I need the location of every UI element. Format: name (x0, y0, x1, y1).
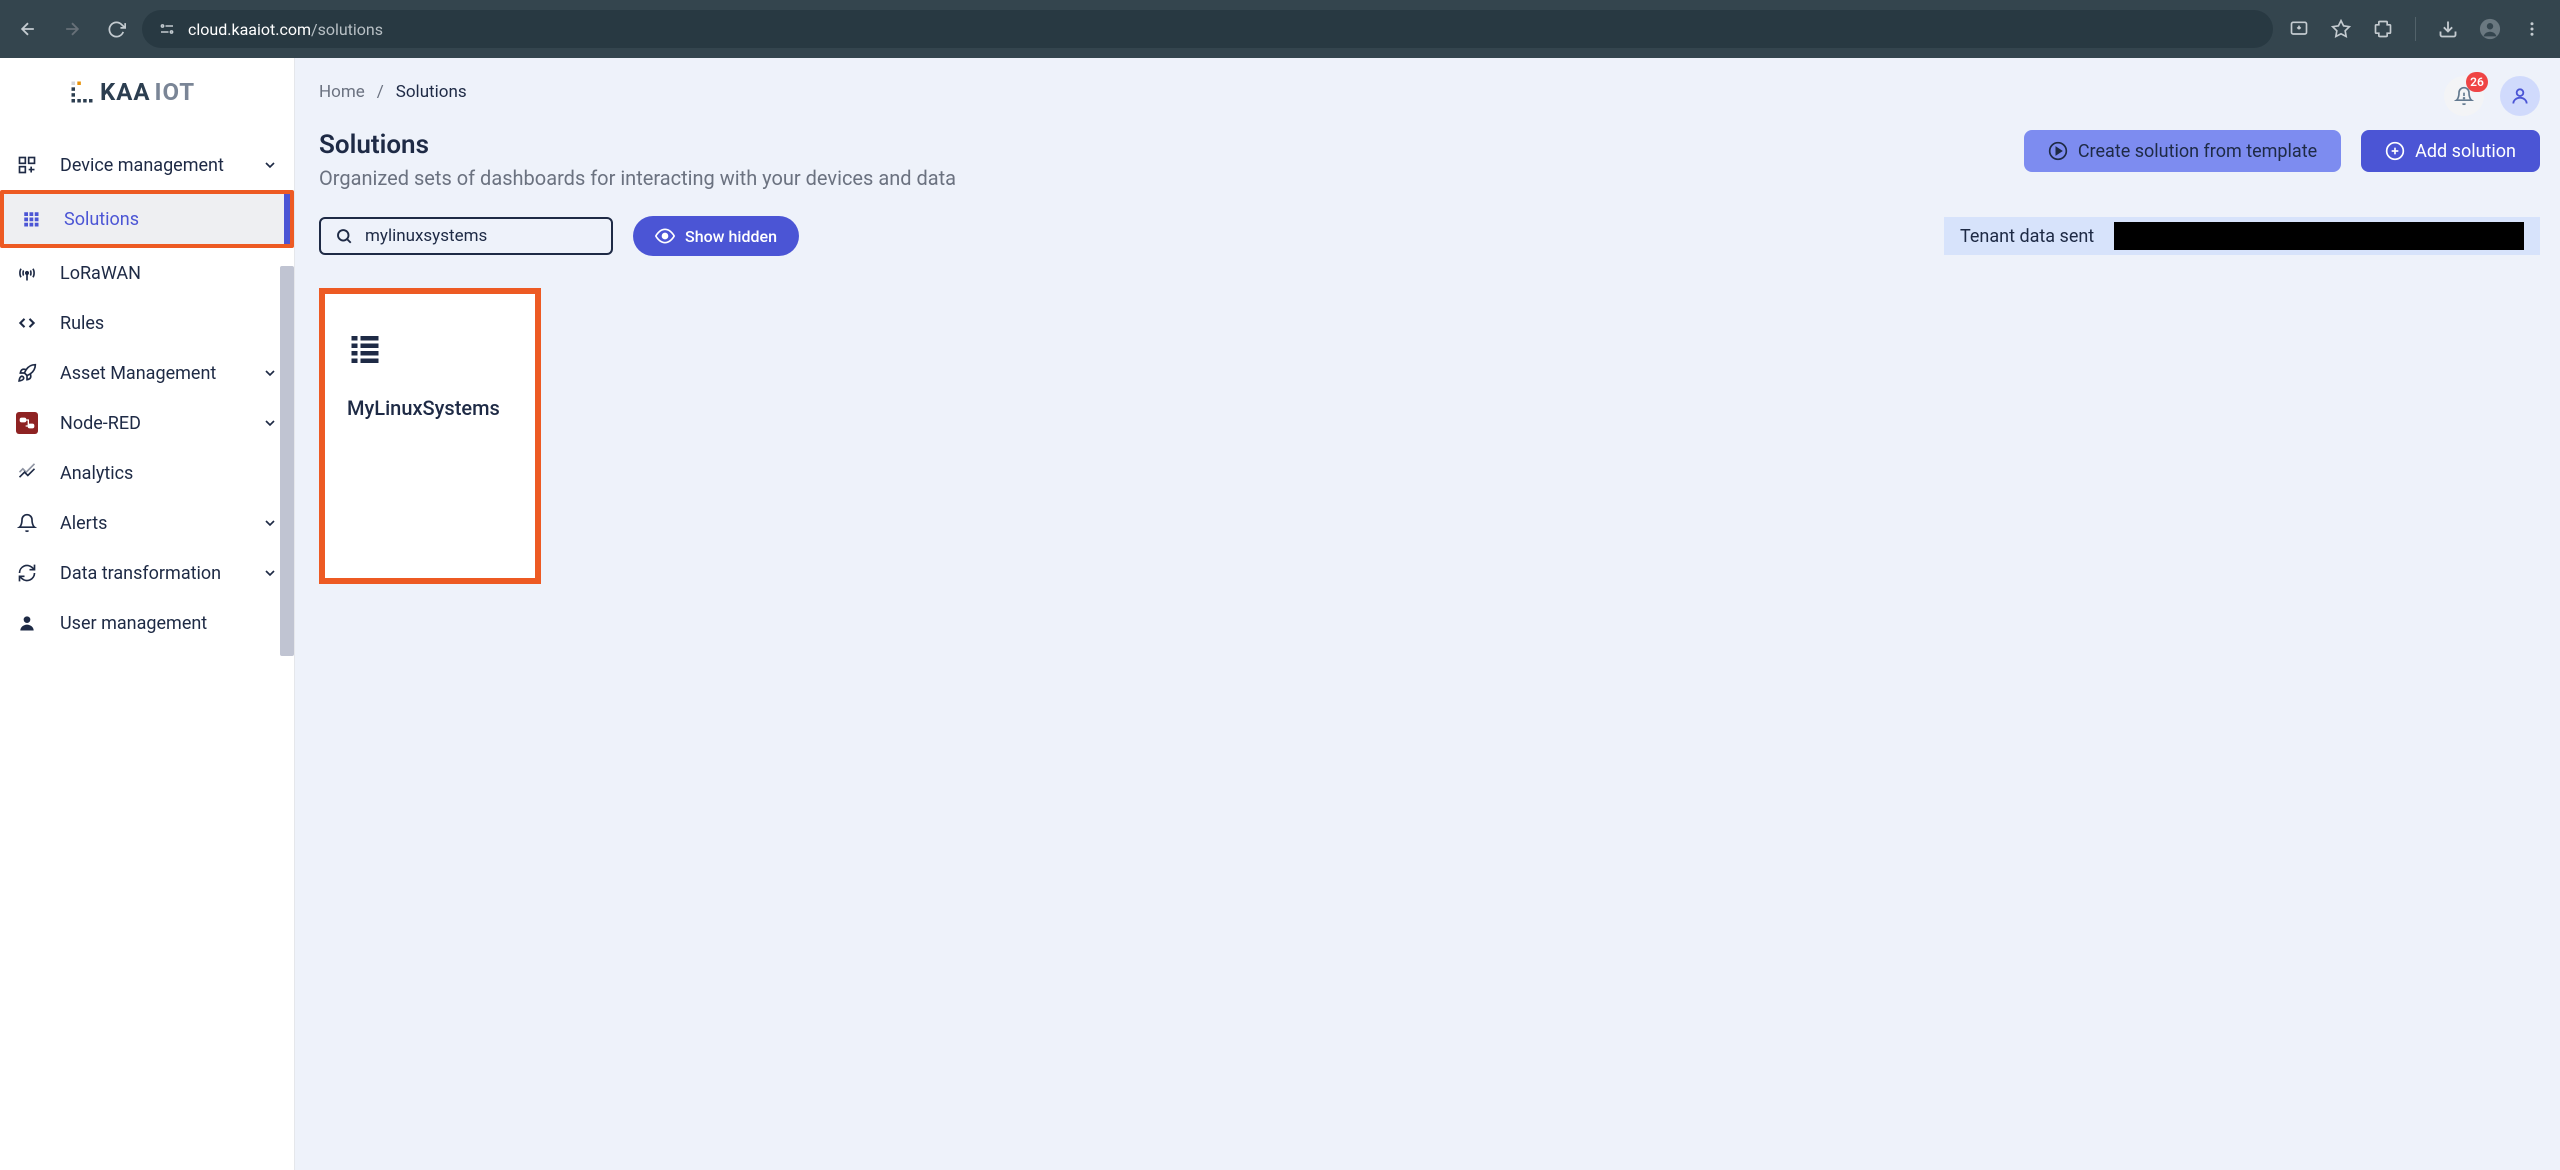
nav-label: Data transformation (60, 563, 221, 584)
button-label: Add solution (2415, 141, 2516, 162)
install-app-icon[interactable] (2281, 11, 2317, 47)
notification-badge: 26 (2466, 72, 2488, 92)
add-solution-button[interactable]: Add solution (2361, 130, 2540, 172)
breadcrumb-home[interactable]: Home (319, 82, 365, 102)
chevron-down-icon (262, 515, 278, 531)
card-title: MyLinuxSystems (347, 396, 523, 420)
nav-label: Alerts (60, 513, 107, 534)
notifications-button[interactable]: 26 (2444, 76, 2484, 116)
nav-label: LoRaWAN (60, 263, 141, 284)
code-icon (16, 312, 38, 334)
divider (2415, 17, 2416, 41)
download-icon[interactable] (2430, 11, 2466, 47)
sidebar: KaaIOT Device management Solution (0, 58, 295, 1170)
button-label: Show hidden (685, 227, 777, 246)
nodered-icon (16, 412, 38, 434)
chevron-down-icon (262, 365, 278, 381)
page-title: Solutions (319, 130, 956, 160)
tenant-data-bar (2114, 222, 2524, 250)
logo-icon (68, 78, 96, 106)
show-hidden-button[interactable]: Show hidden (633, 216, 799, 256)
browser-chrome: cloud.kaaiot.com/solutions (0, 0, 2560, 58)
breadcrumb-current: Solutions (396, 82, 467, 102)
site-settings-icon[interactable] (158, 20, 176, 38)
nav-data-transformation[interactable]: Data transformation (0, 548, 294, 598)
nav-label: Asset Management (60, 363, 216, 384)
nav-nodered[interactable]: Node-RED (0, 398, 294, 448)
plus-circle-icon (2385, 141, 2405, 161)
tenant-label: Tenant data sent (1960, 226, 2094, 247)
main-content: 26 Home / Solutions Solutions Organized … (295, 58, 2560, 1170)
nav-rules[interactable]: Rules (0, 298, 294, 348)
page-subtitle: Organized sets of dashboards for interac… (319, 166, 956, 190)
extensions-icon[interactable] (2365, 11, 2401, 47)
nav-device-management[interactable]: Device management (0, 140, 294, 190)
nav: Device management Solutions LoRaWAN (0, 138, 294, 1170)
logo-brand-a: Kaa (100, 78, 151, 106)
search-input[interactable] (365, 226, 597, 246)
user-icon (16, 612, 38, 634)
apps-icon (20, 208, 42, 230)
list-icon (347, 330, 523, 366)
nav-analytics[interactable]: Analytics (0, 448, 294, 498)
search-icon (335, 227, 353, 245)
antenna-icon (16, 262, 38, 284)
chevron-down-icon (262, 415, 278, 431)
solutions-cards: MyLinuxSystems (319, 288, 2540, 584)
nav-user-management[interactable]: User management (0, 598, 294, 648)
button-label: Create solution from template (2078, 141, 2317, 162)
logo-brand-b: IOT (155, 78, 196, 106)
nav-lorawan[interactable]: LoRaWAN (0, 248, 294, 298)
eye-icon (655, 226, 675, 246)
breadcrumb-sep: / (377, 82, 384, 102)
nav-solutions[interactable]: Solutions (0, 190, 294, 248)
logo[interactable]: KaaIOT (0, 58, 294, 138)
reload-button[interactable] (98, 11, 134, 47)
grid-plus-icon (16, 154, 38, 176)
nav-label: User management (60, 613, 207, 634)
chevron-down-icon (262, 565, 278, 581)
solution-card[interactable]: MyLinuxSystems (319, 288, 541, 584)
rocket-icon (16, 362, 38, 384)
url-bar[interactable]: cloud.kaaiot.com/solutions (142, 10, 2273, 48)
nav-label: Solutions (64, 209, 139, 230)
nav-asset-management[interactable]: Asset Management (0, 348, 294, 398)
back-button[interactable] (10, 11, 46, 47)
account-button[interactable] (2500, 76, 2540, 116)
profile-icon[interactable] (2472, 11, 2508, 47)
forward-button[interactable] (54, 11, 90, 47)
bookmark-star-icon[interactable] (2323, 11, 2359, 47)
nav-label: Node-RED (60, 413, 141, 434)
nav-label: Analytics (60, 463, 133, 484)
play-circle-icon (2048, 141, 2068, 161)
bell-icon (16, 512, 38, 534)
chevron-down-icon (262, 157, 278, 173)
tenant-data-panel: Tenant data sent (1944, 217, 2540, 255)
create-template-button[interactable]: Create solution from template (2024, 130, 2341, 172)
search-box[interactable] (319, 217, 613, 255)
breadcrumb: Home / Solutions (319, 82, 2540, 102)
nav-label: Device management (60, 155, 224, 176)
url-text: cloud.kaaiot.com/solutions (188, 20, 383, 39)
chart-icon (16, 462, 38, 484)
nav-alerts[interactable]: Alerts (0, 498, 294, 548)
refresh-icon (16, 562, 38, 584)
nav-label: Rules (60, 313, 104, 334)
kebab-menu-icon[interactable] (2514, 11, 2550, 47)
